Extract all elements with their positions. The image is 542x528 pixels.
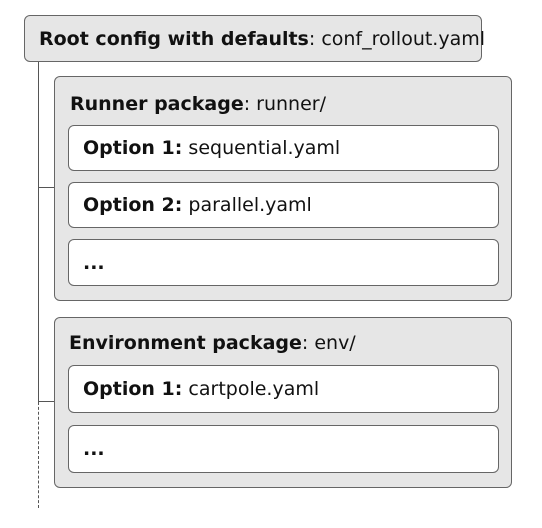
runner-option-2-label: Option 2: <box>83 194 183 216</box>
environment-package-box: Environment package: env/ Option 1: cart… <box>54 317 512 488</box>
runner-option-2-file: parallel.yaml <box>182 194 312 216</box>
environment-option-more: ... <box>68 425 499 473</box>
environment-package-title-bold: Environment package <box>69 332 302 354</box>
runner-option-1-label: Option 1: <box>83 137 183 159</box>
environment-option-more-label: ... <box>83 438 105 460</box>
environment-option-1: Option 1: cartpole.yaml <box>68 365 499 413</box>
runner-package-title-dir: : runner/ <box>243 93 326 115</box>
root-config-box: Root config with defaults: conf_rollout.… <box>24 15 485 62</box>
runner-package-box: Runner package: runner/ Option 1: sequen… <box>54 76 512 301</box>
runner-option-more: ... <box>68 239 499 286</box>
runner-package-title-bold: Runner package <box>70 93 244 115</box>
runner-option-2: Option 2: parallel.yaml <box>68 182 499 228</box>
runner-option-more-label: ... <box>83 251 105 274</box>
tree-continuation-dashed-line <box>38 402 39 508</box>
tree-trunk-line <box>38 61 39 402</box>
runner-package-title: Runner package: runner/ <box>70 93 326 115</box>
root-config-label: Root config with defaults: conf_rollout.… <box>39 28 485 50</box>
connector-runner-line <box>38 187 55 188</box>
root-config-label-file: : conf_rollout.yaml <box>308 27 486 50</box>
environment-package-title-dir: : env/ <box>301 332 356 354</box>
root-config-label-bold: Root config with defaults <box>39 27 309 50</box>
environment-package-title: Environment package: env/ <box>69 332 356 354</box>
environment-option-1-label: Option 1: <box>83 378 183 400</box>
environment-option-1-file: cartpole.yaml <box>182 378 320 400</box>
connector-environment-line <box>38 401 55 402</box>
runner-option-1: Option 1: sequential.yaml <box>68 125 499 171</box>
runner-option-1-file: sequential.yaml <box>182 137 341 159</box>
